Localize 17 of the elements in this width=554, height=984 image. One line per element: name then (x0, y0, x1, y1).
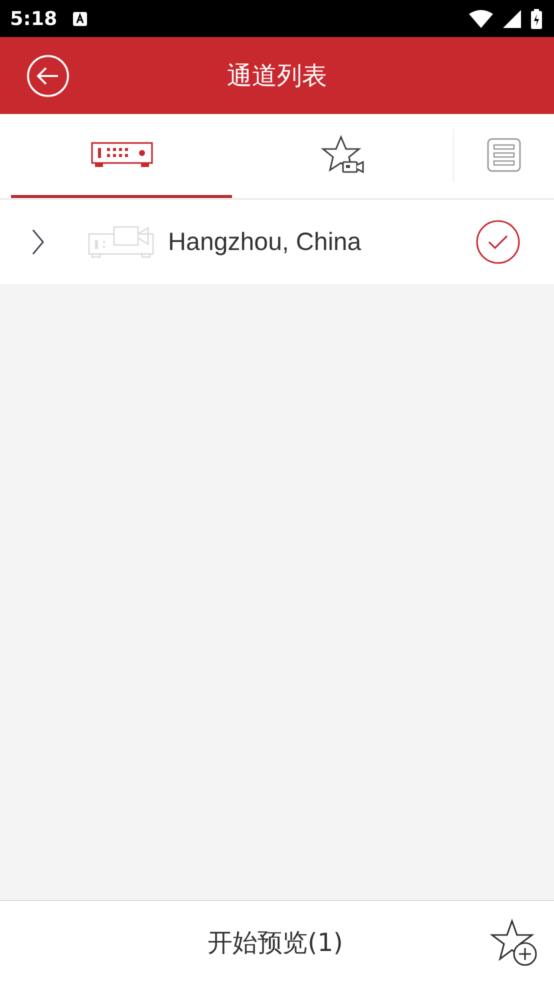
list-icon[interactable] (487, 138, 521, 172)
checkbox[interactable] (476, 220, 520, 264)
star-camera-icon (320, 134, 364, 174)
signal-icon (503, 10, 521, 28)
expand-chevron-icon[interactable] (31, 229, 45, 255)
start-preview-button[interactable]: 开始预览(1) (204, 926, 347, 959)
notification-icon (73, 12, 88, 26)
channel-row[interactable]: Hangzhou, China (0, 200, 554, 284)
channel-name: Hangzhou, China (168, 228, 362, 256)
back-button[interactable] (27, 54, 69, 96)
battery-icon (531, 8, 542, 28)
clock-time: 5:18 (10, 8, 58, 30)
screen-title: 通道列表 (226, 60, 328, 92)
device-camera-icon (88, 226, 154, 258)
wifi-icon (469, 10, 493, 28)
add-favorite-icon[interactable] (490, 918, 540, 966)
recorder-icon (90, 142, 152, 168)
